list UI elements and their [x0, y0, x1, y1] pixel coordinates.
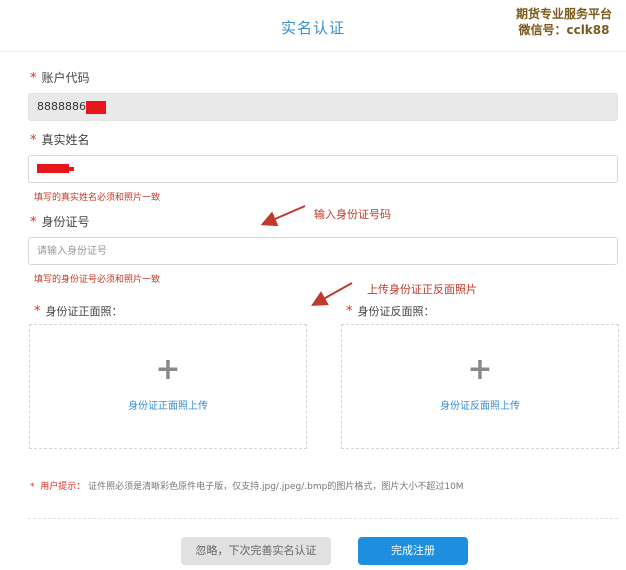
plus-icon: + — [155, 352, 181, 387]
upload-back-box[interactable]: + 身份证反面照上传 — [341, 324, 619, 449]
required-mark: * — [346, 304, 353, 319]
user-tip: * 用户提示： 证件照必须是清晰彩色原件电子版，仅支持.jpg/.jpeg/.b… — [30, 479, 464, 492]
annotation-id-upload: 上传身份证正反面照片 — [367, 283, 477, 296]
annotation-id-input: 输入身份证号码 — [314, 208, 391, 221]
submit-button[interactable]: 完成注册 — [358, 537, 468, 565]
required-mark: * — [34, 304, 41, 319]
divider — [28, 518, 618, 519]
upload-back-label: * 身份证反面照： — [346, 304, 435, 319]
upload-back-button[interactable]: 身份证反面照上传 — [342, 397, 618, 412]
tip-head: 用户提示： — [40, 482, 86, 492]
skip-button[interactable]: 忽略，下次完善实名认证 — [181, 537, 331, 565]
upload-front-button[interactable]: 身份证正面照上传 — [30, 397, 306, 412]
upload-front-label: * 身份证正面照： — [34, 304, 123, 319]
arrow-id-upload — [311, 282, 353, 306]
arrow-id-input — [260, 205, 306, 227]
tip-star: * — [30, 482, 35, 492]
upload-front-box[interactable]: + 身份证正面照上传 — [29, 324, 307, 449]
tip-text: 证件照必须是清晰彩色原件电子版，仅支持.jpg/.jpeg/.bmp的图片格式，… — [88, 482, 464, 492]
plus-icon: + — [467, 352, 493, 387]
